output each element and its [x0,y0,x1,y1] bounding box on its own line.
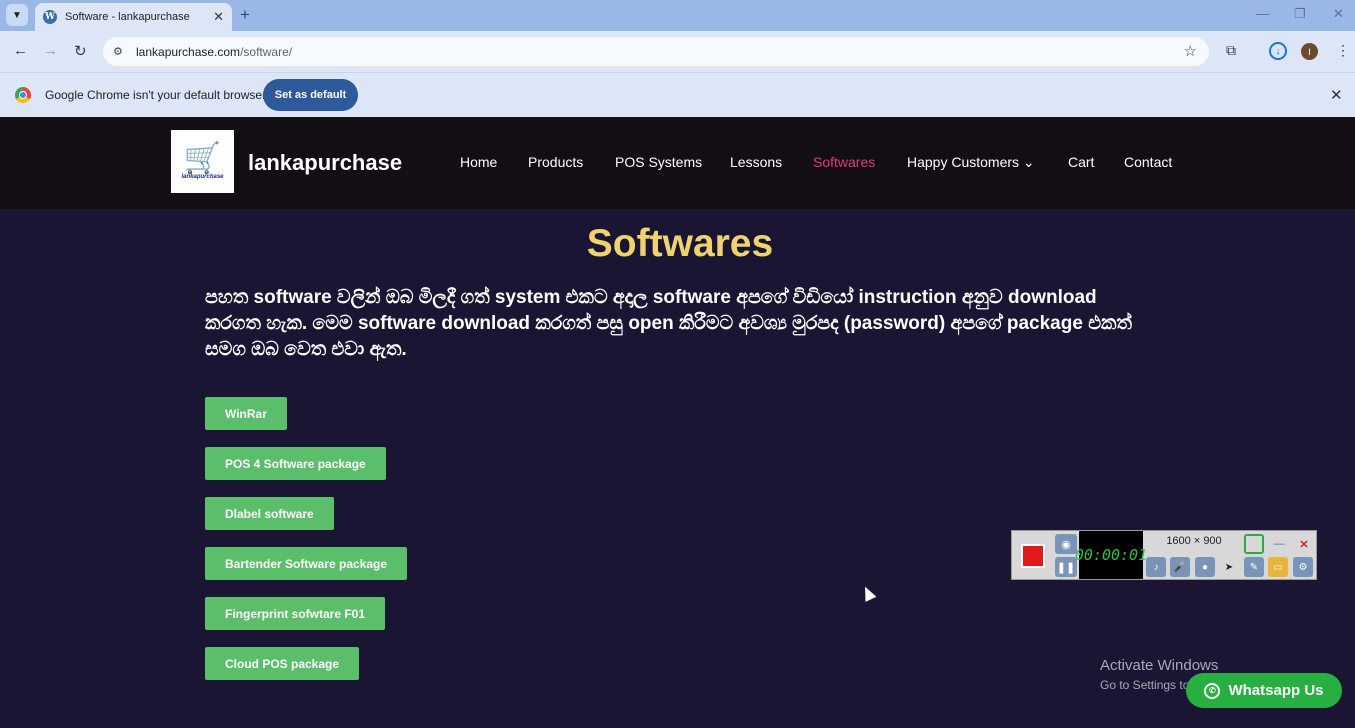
minimize-icon[interactable]: — [1269,534,1289,554]
chevron-down-icon[interactable]: ▼ [6,4,28,26]
reload-icon[interactable]: ↻ [74,42,87,60]
download-button-pos4[interactable]: POS 4 Software package [205,447,386,480]
restore-icon[interactable]: ❐ [1294,6,1306,22]
webcam-icon[interactable]: ● [1195,557,1215,577]
site-logo[interactable]: 🛒 lankapurchase [171,130,234,193]
close-icon[interactable]: ✕ [1294,534,1314,554]
main-content: Softwares පහත software වලින් ඔබ මිලදී ගත… [0,209,1355,728]
minimize-icon[interactable]: ― [1256,6,1269,21]
close-icon[interactable]: ✕ [1330,86,1343,104]
microphone-icon[interactable]: 🎤 [1170,557,1190,577]
camera-icon[interactable]: ◉ [1055,534,1077,554]
gear-icon[interactable]: ⚙ [1293,557,1313,577]
star-icon[interactable]: ☆ [1184,42,1197,60]
nav-products[interactable]: Products [528,154,583,170]
tab-title: Software - lankapurchase [65,11,190,23]
address-bar[interactable]: ⚙ lankapurchase.com/software/ ☆ [103,37,1209,66]
wordpress-icon: W [43,10,57,24]
kebab-menu-icon[interactable]: ⋮ [1336,42,1350,59]
nav-pos-systems[interactable]: POS Systems [615,154,702,170]
nav-softwares[interactable]: Softwares [813,154,875,170]
close-icon[interactable]: ✕ [213,9,224,25]
shopping-cart-icon: 🛒 [183,141,222,175]
page-title: Softwares [586,222,774,265]
puzzle-icon[interactable]: ⧉ [1226,42,1236,59]
url-text[interactable]: lankapurchase.com/software/ [136,45,292,59]
nav-happy-customers[interactable]: Happy Customers ⌄ [907,154,1035,171]
browser-tab[interactable]: W Software - lankapurchase ✕ [35,3,232,31]
download-button-winrar[interactable]: WinRar [205,397,287,430]
download-button-cloud-pos[interactable]: Cloud POS package [205,647,360,680]
new-tab-button[interactable]: + [240,5,250,25]
screen-recorder-widget: ◉ ❚❚ 00:00:01 1600 × 900 — ✕ ♪ 🎤 ● ➤ ✎ ▭… [1011,530,1317,580]
recording-resolution: 1600 × 900 [1166,535,1222,547]
cursor-icon[interactable]: ➤ [1219,557,1239,577]
download-button-dlabel[interactable]: Dlabel software [205,497,334,530]
site-header: 🛒 lankapurchase lankapurchase Home Produ… [0,117,1355,209]
forward-arrow-icon[interactable]: → [43,42,58,59]
intro-text: පහත software වලින් ඔබ මිලදී ගත් system එ… [205,287,1132,360]
whatsapp-button[interactable]: ✆ Whatsapp Us [1186,673,1342,708]
folder-icon[interactable]: ▭ [1268,557,1288,577]
recording-timer: 00:00:01 [1075,531,1147,579]
tab-strip: ▼ W Software - lankapurchase ✕ + ― ❐ ✕ [0,0,1355,31]
whatsapp-icon: ✆ [1204,682,1221,699]
pen-icon[interactable]: ✎ [1244,557,1264,577]
speaker-icon[interactable]: ♪ [1146,557,1166,577]
download-icon[interactable]: ↓ [1269,42,1287,60]
nav-contact[interactable]: Contact [1124,154,1172,170]
infobar-message: Google Chrome isn't your default browser [45,88,267,102]
browser-toolbar: ← → ↻ ⚙ lankapurchase.com/software/ ☆ ⧉ … [0,31,1355,72]
default-browser-infobar: Google Chrome isn't your default browser… [0,72,1355,117]
window-close-icon[interactable]: ✕ [1333,6,1344,22]
set-as-default-button[interactable]: Set as default [263,79,358,111]
fullscreen-icon[interactable] [1244,534,1264,554]
pause-icon[interactable]: ❚❚ [1055,557,1077,577]
site-brand[interactable]: lankapurchase [248,150,402,176]
record-stop-button[interactable] [1021,544,1045,568]
nav-lessons[interactable]: Lessons [730,154,782,170]
avatar[interactable]: I [1301,43,1318,60]
download-button-fingerprint[interactable]: Fingerprint sofwtare F01 [205,597,386,630]
site-settings-icon[interactable]: ⚙ [113,45,129,58]
nav-cart[interactable]: Cart [1068,154,1094,170]
chrome-logo-icon [15,87,31,103]
nav-home[interactable]: Home [460,154,497,170]
download-button-bartender[interactable]: Bartender Software package [205,547,408,580]
back-arrow-icon[interactable]: ← [13,42,28,59]
